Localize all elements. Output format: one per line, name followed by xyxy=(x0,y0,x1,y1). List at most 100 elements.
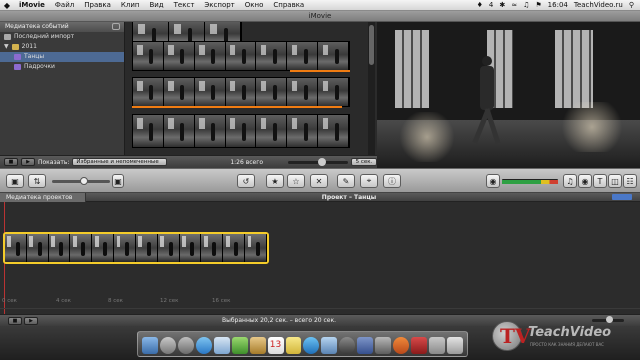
event-browser-scrollbar[interactable] xyxy=(368,22,375,155)
finder-icon[interactable] xyxy=(142,337,158,354)
contacts-icon[interactable] xyxy=(249,337,266,354)
apple-menu-icon[interactable]: ◆ xyxy=(0,1,14,10)
maps-browser-icon[interactable]: ☷ xyxy=(623,174,637,188)
show-event-library-button[interactable]: ■ xyxy=(4,158,18,166)
mark-favorite-star-icon[interactable]: ★ xyxy=(266,174,284,188)
facetime-icon[interactable] xyxy=(231,337,248,354)
ruler-tick-label: 16 сек xyxy=(212,298,231,304)
viewer-frame-light xyxy=(557,102,627,152)
teachvideo-watermark: TV TeachVideo ПРОСТО КАК ЗНАНИЯ ДЕЛАЮТ В… xyxy=(490,315,640,360)
title-browser-icon[interactable]: T xyxy=(593,174,607,188)
show-filter-select[interactable]: Избранные и непомеченные xyxy=(72,158,168,166)
event-icon xyxy=(14,54,21,60)
viewer-frame-window xyxy=(395,30,429,108)
menu-view[interactable]: Вид xyxy=(144,1,168,9)
user-name[interactable]: TeachVideo.ru xyxy=(574,1,623,9)
event-total-duration: 1:26 всего xyxy=(230,158,264,166)
volume-icon[interactable]: ♫ xyxy=(523,1,529,9)
crop-icon[interactable]: ⌖ xyxy=(360,174,378,188)
scrollbar-knob[interactable] xyxy=(369,25,374,65)
swap-events-projects-icon[interactable]: ⇅ xyxy=(28,174,46,188)
opera-icon[interactable] xyxy=(393,337,410,354)
viewer-frame-window xyxy=(555,30,593,108)
downloads-stack-icon[interactable] xyxy=(429,337,445,354)
viewer xyxy=(377,22,640,168)
thumbnail-duration-select[interactable]: 5 сек. xyxy=(351,158,377,166)
disclosure-triangle-icon[interactable]: ▼ xyxy=(4,42,9,52)
preview-icon[interactable] xyxy=(321,337,338,354)
event-library-header: Медиатека событий xyxy=(0,22,124,32)
menubar-status-area: ♦ 4 ✱ ≈ ♫ ⚑ 16:04 TeachVideo.ru ⚲ xyxy=(477,1,640,9)
bluetooth-icon[interactable]: ✱ xyxy=(499,1,505,9)
favorite-marker xyxy=(290,70,350,72)
project-browser[interactable]: 0 сек 4 сек 8 сек 12 сек 16 сек xyxy=(0,202,640,314)
selection-duration: Выбранных 20,2 сек. – всего 20 сек. xyxy=(222,317,337,324)
play-project-button[interactable]: ▶ xyxy=(24,317,38,325)
menu-text[interactable]: Текст xyxy=(169,1,200,9)
keyword-tool-icon[interactable]: ✎ xyxy=(337,174,355,188)
library-item-last-import[interactable]: Последний импорт xyxy=(0,32,124,42)
mail-icon[interactable] xyxy=(213,337,230,354)
add-to-project-icon[interactable]: ↺ xyxy=(237,174,255,188)
system-preferences-icon[interactable] xyxy=(339,337,356,354)
window-title: iMovie xyxy=(0,11,640,22)
music-browser-icon[interactable]: ♫ xyxy=(563,174,577,188)
clock[interactable]: 16:04 xyxy=(548,1,568,9)
teachvideo-slogan: ПРОСТО КАК ЗНАНИЯ ДЕЛАЮТ ВАС xyxy=(530,342,604,347)
library-item-padrochki[interactable]: Падрочки xyxy=(0,62,124,72)
info-icon[interactable]: ⓘ xyxy=(383,174,401,188)
red-app-icon[interactable] xyxy=(411,337,427,354)
thumbnail-size-slider[interactable] xyxy=(288,157,349,166)
photo-browser-icon[interactable]: ◉ xyxy=(578,174,592,188)
menu-clip[interactable]: Клип xyxy=(116,1,145,9)
status-count: 4 xyxy=(488,1,494,9)
ruler-tick-label: 8 сек xyxy=(108,298,123,304)
library-item-year-2011[interactable]: ▼ 2011 xyxy=(0,42,124,52)
event-filmstrip[interactable] xyxy=(132,114,350,148)
transitions-browser-icon[interactable]: ◫ xyxy=(608,174,622,188)
event-filmstrip[interactable] xyxy=(132,77,350,107)
play-event-button[interactable]: ▶ xyxy=(21,158,35,166)
dropbox-icon[interactable]: ♦ xyxy=(477,1,483,9)
project-clip-selected[interactable] xyxy=(3,232,269,264)
menu-file[interactable]: Файл xyxy=(50,1,79,9)
show-label: Показать: xyxy=(38,158,70,166)
library-toggle-icon[interactable] xyxy=(112,23,120,30)
launchpad-icon[interactable] xyxy=(159,337,176,354)
project-playback-buttons: ■ ▶ xyxy=(8,317,38,325)
reject-x-icon[interactable]: ✕ xyxy=(310,174,328,188)
calendar-icon[interactable]: 13 xyxy=(267,337,284,354)
play-full-screen-button[interactable]: ■ xyxy=(8,317,22,325)
imovie-icon[interactable] xyxy=(357,337,374,354)
event-browser[interactable] xyxy=(125,22,375,155)
viewer-frame-dancer xyxy=(472,56,501,144)
menu-edit[interactable]: Правка xyxy=(79,1,116,9)
project-library-button[interactable]: Медиатека проектов xyxy=(0,192,86,202)
menubar: ◆ iMovie Файл Правка Клип Вид Текст Эксп… xyxy=(0,0,640,11)
notes-icon[interactable] xyxy=(285,337,302,354)
trash-icon[interactable] xyxy=(446,337,463,354)
keyboard-flag-icon[interactable]: ⚑ xyxy=(535,1,541,9)
mission-control-icon[interactable] xyxy=(177,337,194,354)
wifi-icon[interactable]: ≈ xyxy=(511,1,517,9)
safari-icon[interactable] xyxy=(195,337,212,354)
menu-app-imovie[interactable]: iMovie xyxy=(14,1,50,9)
camera-import-icon[interactable]: ▣ xyxy=(6,174,24,188)
event-browser-footer: ■ ▶ Показать: Избранные и непомеченные 1… xyxy=(0,155,377,168)
zoom-max-icon[interactable]: ▣ xyxy=(112,174,124,188)
menu-help[interactable]: Справка xyxy=(268,1,309,9)
unmark-star-icon[interactable]: ☆ xyxy=(287,174,305,188)
app-store-icon[interactable] xyxy=(303,337,320,354)
event-filmstrip[interactable] xyxy=(132,41,350,71)
view-toggle-icon[interactable] xyxy=(612,194,632,200)
voiceover-icon[interactable]: ◉ xyxy=(486,174,500,188)
iphoto-icon[interactable] xyxy=(375,337,392,354)
menu-export[interactable]: Экспорт xyxy=(199,1,239,9)
library-item-label: 2011 xyxy=(21,43,37,50)
zoom-slider[interactable] xyxy=(52,177,110,185)
clock-icon xyxy=(4,34,11,40)
library-item-dances[interactable]: Танцы xyxy=(0,52,124,62)
ruler-tick-label: 12 сек xyxy=(160,298,179,304)
menu-window[interactable]: Окно xyxy=(240,1,269,9)
spotlight-icon[interactable]: ⚲ xyxy=(629,1,634,9)
